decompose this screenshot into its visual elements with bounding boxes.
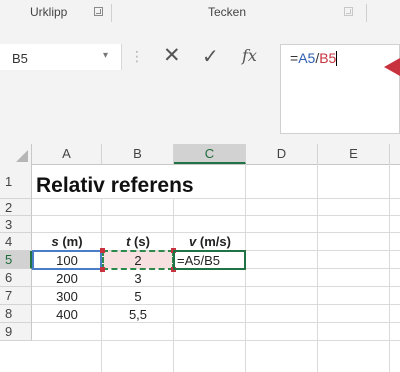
column-header-a[interactable]: A <box>32 144 102 164</box>
column-header-e[interactable]: E <box>318 144 390 164</box>
annotation-arrow-icon <box>384 58 400 76</box>
font-dialog-launcher-icon[interactable] <box>344 7 353 16</box>
gridline <box>32 215 400 216</box>
gridline <box>317 164 318 372</box>
cell-a7[interactable]: 300 <box>32 289 102 304</box>
row-header-3[interactable]: 3 <box>0 216 32 233</box>
gridline <box>389 164 390 372</box>
cell-a5[interactable]: 100 <box>32 253 102 268</box>
ribbon-group-font-label: Tecken <box>208 5 247 19</box>
gridline <box>32 304 400 305</box>
cell-a8[interactable]: 400 <box>32 307 102 322</box>
ribbon-group-clipboard-label: Urklipp <box>30 5 68 19</box>
select-all-triangle-icon <box>16 150 28 162</box>
gridline <box>32 198 400 199</box>
name-box-dropdown-icon[interactable]: ▾ <box>103 50 108 61</box>
row-header-5[interactable]: 5 <box>0 251 32 269</box>
grip-dots-icon: ⋮ <box>130 48 144 64</box>
cell-c4-header[interactable]: v (m/s) <box>174 234 246 249</box>
row-header-7[interactable]: 7 <box>0 287 32 305</box>
ribbon-separator <box>111 4 112 22</box>
row-header-1[interactable]: 1 <box>0 164 32 199</box>
cell-c5-formula[interactable]: =A5/B5 <box>177 253 245 268</box>
cell-b8[interactable]: 5,5 <box>102 307 174 322</box>
row-header-4[interactable]: 4 <box>0 233 32 251</box>
clipboard-dialog-launcher-icon[interactable] <box>94 7 103 16</box>
gridline <box>32 232 400 233</box>
row-header-8[interactable]: 8 <box>0 305 32 323</box>
row-header-6[interactable]: 6 <box>0 269 32 287</box>
cell-b6[interactable]: 3 <box>102 271 174 286</box>
enter-check-icon[interactable]: ✓ <box>202 44 219 69</box>
ribbon-separator <box>366 4 367 22</box>
cell-b7[interactable]: 5 <box>102 289 174 304</box>
cell-b4-header[interactable]: t (s) <box>102 234 174 249</box>
column-header-d[interactable]: D <box>246 144 318 164</box>
row-header-2[interactable]: 2 <box>0 199 32 216</box>
column-header-c[interactable]: C <box>174 144 246 164</box>
formula-text: =A5/B5 <box>290 50 338 66</box>
name-box-value: B5 <box>12 51 28 66</box>
ref-handle-icon[interactable] <box>100 248 105 253</box>
text-cursor <box>336 51 338 66</box>
gridline <box>32 286 400 287</box>
cancel-icon[interactable]: ✕ <box>163 43 181 68</box>
gridline <box>32 322 400 323</box>
insert-function-icon[interactable]: fx <box>242 46 257 65</box>
cell-a4-header[interactable]: s (m) <box>32 234 102 249</box>
cell-b5[interactable]: 2 <box>102 253 174 268</box>
row-header-9[interactable]: 9 <box>0 323 32 341</box>
column-header-b[interactable]: B <box>102 144 174 164</box>
gridline <box>32 340 400 341</box>
sheet-title-cell-a1[interactable]: Relativ referens <box>36 174 194 198</box>
cell-a6[interactable]: 200 <box>32 271 102 286</box>
